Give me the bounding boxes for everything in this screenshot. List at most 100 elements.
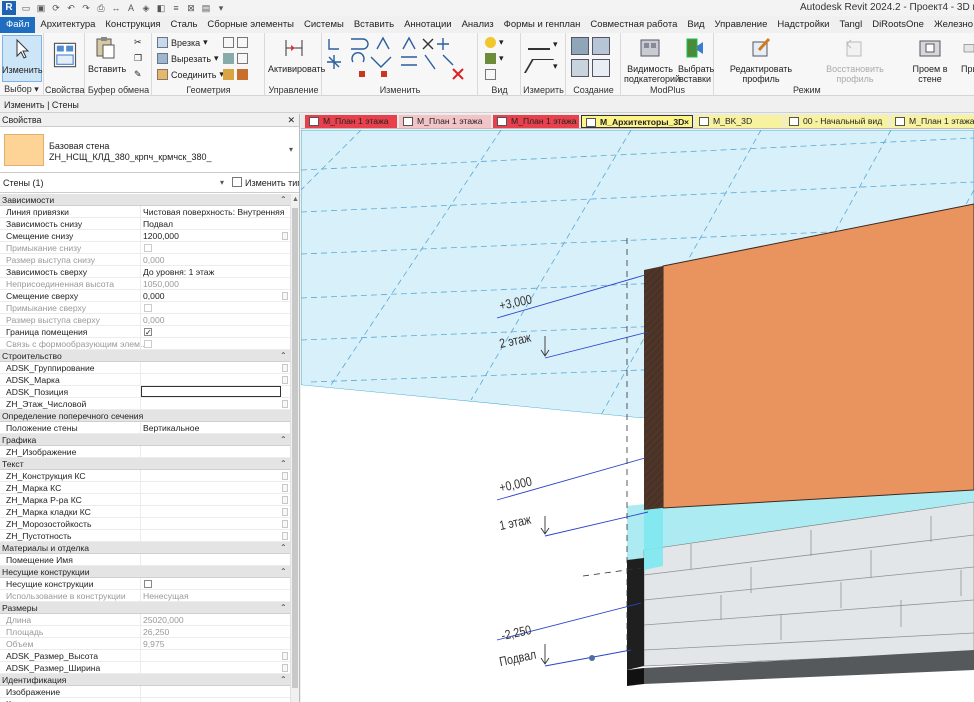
level-point-icon[interactable] [589,655,595,661]
property-row[interactable]: ADSK_Марка [0,374,290,386]
menu-tab[interactable]: Надстройки [772,17,834,33]
switch-windows-icon[interactable]: ▤ [200,3,212,14]
activate-button[interactable]: Активировать [268,36,325,74]
menu-tab[interactable]: Конструкция [100,17,165,33]
property-row[interactable]: Граница помещения ✓ [0,326,290,338]
instance-filter[interactable]: Стены (1) ▾ Изменить тип [0,173,299,193]
3d-viewport[interactable]: +3,000 2 этаж +0,000 1 этаж -2,250 Подва… [301,130,974,702]
cut-button[interactable]: ✂ [134,37,145,48]
property-row[interactable]: Неприсоединенная высота 1050,000 [0,278,290,290]
collapse-icon[interactable]: ⌃ [280,194,287,206]
collapse-icon[interactable]: ⌃ [280,542,287,554]
property-row[interactable]: ZH_Марка кладки КС [0,506,290,518]
property-group-header[interactable]: Текст ⌃ [0,458,290,470]
view-tab[interactable]: 00 - Начальный вид [785,115,889,128]
edit-profile-button[interactable]: Редактировать профиль [715,36,807,84]
measure-button[interactable]: ▾ [528,39,558,50]
redo-icon[interactable]: ↷ [80,3,92,14]
associate-parameter-button[interactable] [282,496,288,504]
3d-view-icon[interactable]: ◈ [140,3,152,14]
menu-tab[interactable]: Сборные элементы [202,17,299,33]
property-row[interactable]: Изображение [0,686,290,698]
modify-tools[interactable] [323,35,478,85]
property-row[interactable]: ADSK_Позиция [0,386,290,398]
geometry-tool-1[interactable] [223,37,248,48]
hide-button[interactable] [485,69,496,80]
collapse-icon[interactable]: ⌃ [280,350,287,362]
geometry-tool-3[interactable] [223,69,248,80]
property-row[interactable]: ZH_Марка Р-ра КС [0,494,290,506]
view-tab[interactable]: M_BK_3D [695,115,783,128]
modify-tool[interactable]: Изменить [2,37,43,75]
property-row[interactable]: Смещение снизу 1200,000 [0,230,290,242]
menu-tab[interactable]: Вид [682,17,709,33]
property-row[interactable]: ADSK_Размер_Высота [0,650,290,662]
properties-button[interactable] [47,35,83,79]
geometry-tool-2[interactable] [223,53,248,64]
section-icon[interactable]: ◧ [155,3,167,14]
paste-button[interactable]: Вставить [88,36,126,74]
text-icon[interactable]: A [125,3,137,14]
associate-parameter-button[interactable] [282,508,288,516]
close-hidden-icon[interactable]: ⊠ [185,3,197,14]
panel-select-label[interactable]: Выбор ▾ [0,84,43,95]
property-row[interactable]: ZH_Изображение [0,446,290,458]
property-row[interactable]: Положение стены Вертикальное [0,422,290,434]
override-graphics-button[interactable]: ▾ [485,53,504,64]
property-row[interactable]: ADSK_Группирование [0,362,290,374]
bulb-button[interactable]: ▾ [485,37,504,48]
associate-parameter-button[interactable] [282,532,288,540]
view-tab[interactable]: M_Архитекторы_3D × [581,115,693,128]
open-icon[interactable]: ▭ [20,3,32,14]
property-row[interactable]: ZH_Марка КС [0,482,290,494]
copy-button[interactable]: ❐ [134,53,145,64]
property-row[interactable]: Длина 25020,000 [0,614,290,626]
create-assembly-button[interactable] [571,37,610,55]
cut-geometry-button[interactable]: Врезка ▾ [157,37,208,48]
property-row[interactable]: Комментарии [0,698,290,702]
property-group-header[interactable]: Размеры ⌃ [0,602,290,614]
property-group-header[interactable]: Материалы и отделка ⌃ [0,542,290,554]
cut-out-button[interactable]: Вырезать ▾ [157,53,219,64]
property-row[interactable]: Примыкание снизу [0,242,290,254]
menu-tab[interactable]: Tangl [834,17,867,33]
property-row[interactable]: Несущие конструкции [0,578,290,590]
associate-parameter-button[interactable] [282,364,288,372]
property-group-header[interactable]: Идентификация ⌃ [0,674,290,686]
sync-icon[interactable]: ⟳ [50,3,62,14]
menu-tab[interactable]: Железно [929,17,974,33]
dimension-button[interactable]: ▾ [523,59,558,73]
property-row[interactable]: Площадь 26,250 [0,626,290,638]
menu-tab[interactable]: Управление [710,17,773,33]
property-row[interactable]: Зависимость сверху До уровня: 1 этаж [0,266,290,278]
subcategory-visibility-button[interactable]: Видимость подкатегорий [624,36,680,84]
edit-type-button[interactable]: Изменить тип [232,173,299,193]
menu-tab[interactable]: Вставить [349,17,399,33]
type-selector[interactable]: Базовая стена ZH_НСЩ_КЛД_380_крпч_крмчск… [0,127,299,173]
menu-tab[interactable]: Файл [0,17,36,33]
properties-scrollbar[interactable]: ▲ [290,194,299,702]
property-row[interactable]: Связь с формообразующим элем... [0,338,290,350]
revit-logo-icon[interactable]: R [2,1,16,15]
associate-parameter-button[interactable] [282,520,288,528]
property-row[interactable]: ZH_Пустотность [0,530,290,542]
select-inserts-button[interactable]: Выбрать вставки [678,36,714,84]
associate-parameter-button[interactable] [282,652,288,660]
menu-tab[interactable]: Сталь [166,17,203,33]
property-group-header[interactable]: Несущие конструкции ⌃ [0,566,290,578]
property-group-header[interactable]: Строительство ⌃ [0,350,290,362]
property-row[interactable]: ZH_Морозостойкость [0,518,290,530]
menu-tab[interactable]: Архитектура [35,17,100,33]
associate-parameter-button[interactable] [282,400,288,408]
close-icon[interactable]: ✕ [287,114,295,127]
measure-icon[interactable]: ↔ [110,3,122,14]
view-tab[interactable]: M_План 1 этажа [399,115,491,128]
associate-parameter-button[interactable] [282,484,288,492]
collapse-icon[interactable]: ⌃ [280,674,287,686]
property-row[interactable]: Использование в конструкции Ненесущая [0,590,290,602]
property-row[interactable]: Размер выступа снизу 0,000 [0,254,290,266]
ribbon-overflow-button[interactable]: При [961,36,974,74]
menu-tab[interactable]: Формы и генплан [499,17,586,33]
property-value[interactable]: До уровня: 1 этаж [143,266,214,278]
collapse-icon[interactable]: ⌃ [280,458,287,470]
